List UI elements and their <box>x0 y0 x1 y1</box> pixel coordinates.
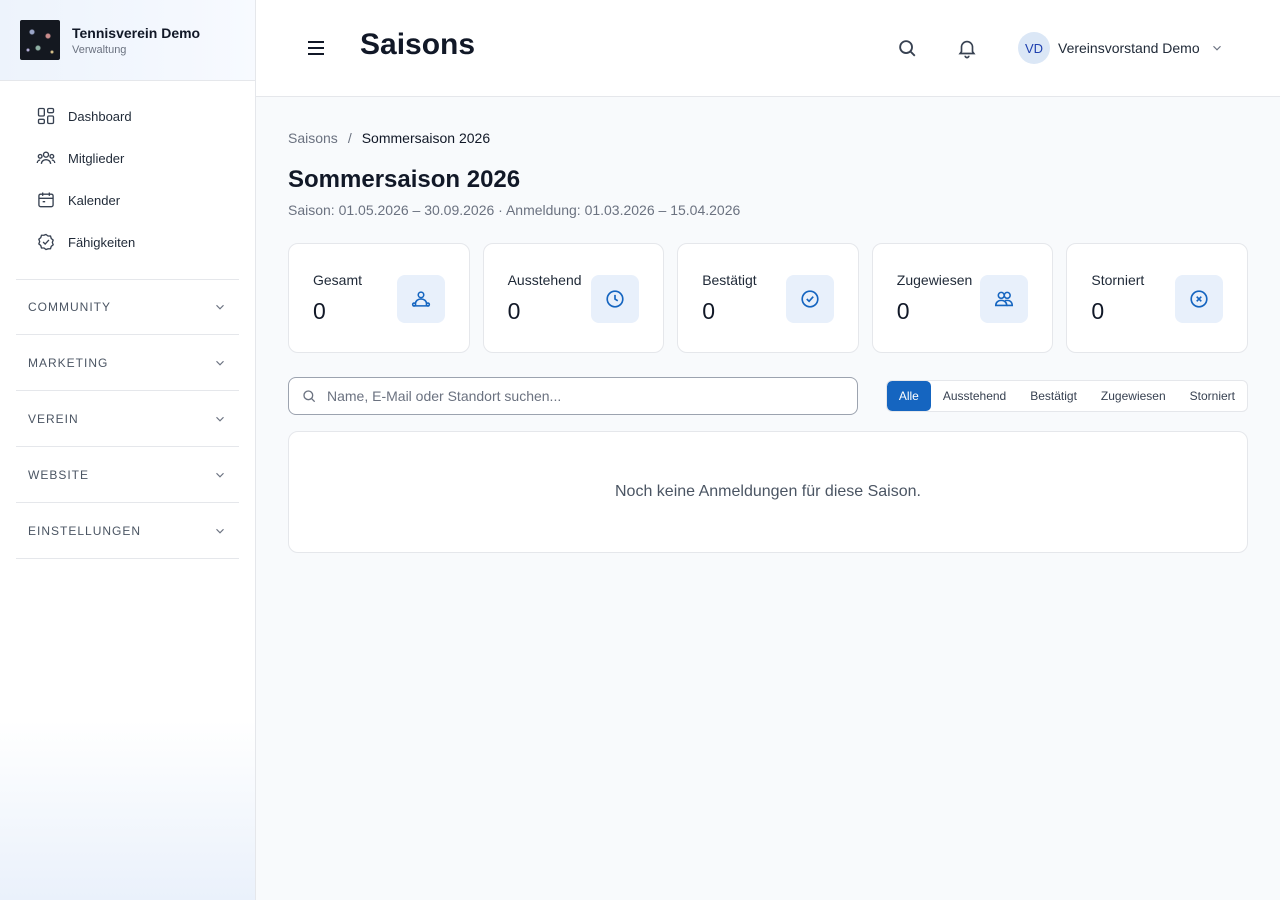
group-label: MARKETING <box>28 355 109 370</box>
check-badge-icon <box>38 233 54 251</box>
status-filter: Alle Ausstehend Bestätigt Zugewiesen Sto… <box>885 380 1248 412</box>
sidebar-item-label: Mitglieder <box>68 150 125 166</box>
user-menu[interactable]: VD Vereinsvorstand Demo <box>1018 32 1224 64</box>
club-logo <box>20 20 60 60</box>
sidebar-item-label: Kalender <box>68 192 121 208</box>
sidebar-groups: COMMUNITY MARKETING VEREIN WEBSITE EINST… <box>0 279 255 559</box>
stat-label: Bestätigt <box>702 272 757 288</box>
stat-icon-box <box>396 275 445 323</box>
group-label: COMMUNITY <box>28 300 111 314</box>
sidebar-group-einstellungen[interactable]: EINSTELLUNGEN <box>16 503 239 559</box>
stat-label: Storniert <box>1091 272 1145 288</box>
stat-card-zugewiesen: Zugewiesen 0 <box>871 243 1054 353</box>
breadcrumb: Saisons / Sommersaison 2026 <box>288 130 1248 146</box>
search-box[interactable] <box>288 377 858 415</box>
sidebar-nav: Dashboard Mitglieder Kalender Fähigkeite… <box>0 81 255 263</box>
chevron-down-icon <box>216 304 224 310</box>
dashboard-icon <box>37 107 55 125</box>
chevron-down-icon <box>216 528 224 534</box>
sidebar-item-mitglieder[interactable]: Mitglieder <box>0 137 255 179</box>
filter-bar: Alle Ausstehend Bestätigt Zugewiesen Sto… <box>288 377 1248 415</box>
filter-storniert[interactable]: Storniert <box>1178 381 1247 411</box>
sidebar-item-label: Dashboard <box>68 108 132 124</box>
stat-icon-box <box>980 275 1029 323</box>
group-label: VEREIN <box>28 411 79 426</box>
bell-icon[interactable] <box>956 37 978 59</box>
chevron-down-icon <box>1212 45 1221 51</box>
user-group-icon <box>411 291 430 307</box>
stat-card-bestaetigt: Bestätigt 0 <box>677 243 859 353</box>
user-name: Vereinsvorstand Demo <box>1058 40 1200 56</box>
stat-value: 0 <box>896 298 910 324</box>
chevron-down-icon <box>216 472 224 478</box>
brand-subtitle: Verwaltung <box>72 43 127 56</box>
filter-ausstehend[interactable]: Ausstehend <box>931 381 1018 411</box>
stat-card-ausstehend: Ausstehend 0 <box>482 243 665 353</box>
search-input[interactable] <box>327 388 827 404</box>
season-title: Sommersaison 2026 <box>288 166 521 193</box>
stat-card-gesamt: Gesamt 0 <box>288 243 470 353</box>
stat-label: Gesamt <box>313 272 363 288</box>
stat-value: 0 <box>507 298 521 324</box>
calendar-icon <box>38 192 54 208</box>
breadcrumb-separator: / <box>347 130 352 146</box>
search-icon[interactable] <box>896 37 918 59</box>
brand[interactable]: Tennisverein Demo Verwaltung <box>0 0 255 81</box>
stat-label: Ausstehend <box>507 272 582 288</box>
breadcrumb-current: Sommersaison 2026 <box>361 130 491 146</box>
members-icon <box>36 151 56 164</box>
breadcrumb-saisons-link[interactable]: Saisons <box>288 130 338 146</box>
stat-icon-box <box>591 275 640 323</box>
sidebar-group-community[interactable]: COMMUNITY <box>16 279 239 335</box>
empty-state: Noch keine Anmeldungen für diese Saison. <box>288 431 1248 553</box>
stat-card-storniert: Storniert 0 <box>1066 243 1248 353</box>
brand-text: Tennisverein Demo Verwaltung <box>72 25 200 56</box>
sidebar-item-dashboard[interactable]: Dashboard <box>0 95 255 137</box>
season-meta: Saison: 01.05.2026 – 30.09.2026 · Anmeld… <box>288 202 741 218</box>
brand-title: Tennisverein Demo <box>72 24 201 41</box>
sidebar-item-kalender[interactable]: Kalender <box>0 179 255 221</box>
sidebar: Tennisverein Demo Verwaltung Dashboard M… <box>0 0 256 900</box>
top-header: Saisons VD Vereinsvorstand Demo <box>256 0 1280 97</box>
sidebar-group-verein[interactable]: VEREIN <box>16 391 239 447</box>
group-label: EINSTELLUNGEN <box>28 523 142 538</box>
stat-value: 0 <box>313 298 326 324</box>
page-title: Saisons <box>360 28 476 61</box>
stat-icon-box <box>1174 275 1223 323</box>
filter-alle[interactable]: Alle <box>886 381 931 411</box>
filter-bestaetigt[interactable]: Bestätigt <box>1018 381 1089 411</box>
empty-state-message: Noch keine Anmeldungen für diese Saison. <box>615 483 921 500</box>
group-label: WEBSITE <box>28 467 90 482</box>
hamburger-menu-icon[interactable] <box>304 36 328 60</box>
main-content: Saisons / Sommersaison 2026 Sommersaison… <box>288 97 1248 553</box>
check-circle-icon <box>801 290 819 308</box>
filter-zugewiesen[interactable]: Zugewiesen <box>1089 381 1178 411</box>
stats-row: Gesamt 0 Ausstehend 0 Bestätigt 0 Zugewi… <box>288 243 1248 353</box>
stat-value: 0 <box>1091 298 1105 324</box>
sidebar-group-marketing[interactable]: MARKETING <box>16 335 239 391</box>
stat-label: Zugewiesen <box>896 272 973 288</box>
x-circle-icon <box>1190 290 1208 308</box>
chevron-down-icon <box>216 416 224 422</box>
stat-icon-box <box>785 275 834 323</box>
avatar: VD <box>1018 32 1050 64</box>
sidebar-item-label: Fähigkeiten <box>68 234 136 250</box>
users-icon <box>995 291 1014 307</box>
chevron-down-icon <box>216 360 224 366</box>
stat-value: 0 <box>702 298 715 324</box>
clock-icon <box>606 290 624 308</box>
search-icon <box>303 390 316 403</box>
sidebar-group-website[interactable]: WEBSITE <box>16 447 239 503</box>
sidebar-item-faehigkeiten[interactable]: Fähigkeiten <box>0 221 255 263</box>
